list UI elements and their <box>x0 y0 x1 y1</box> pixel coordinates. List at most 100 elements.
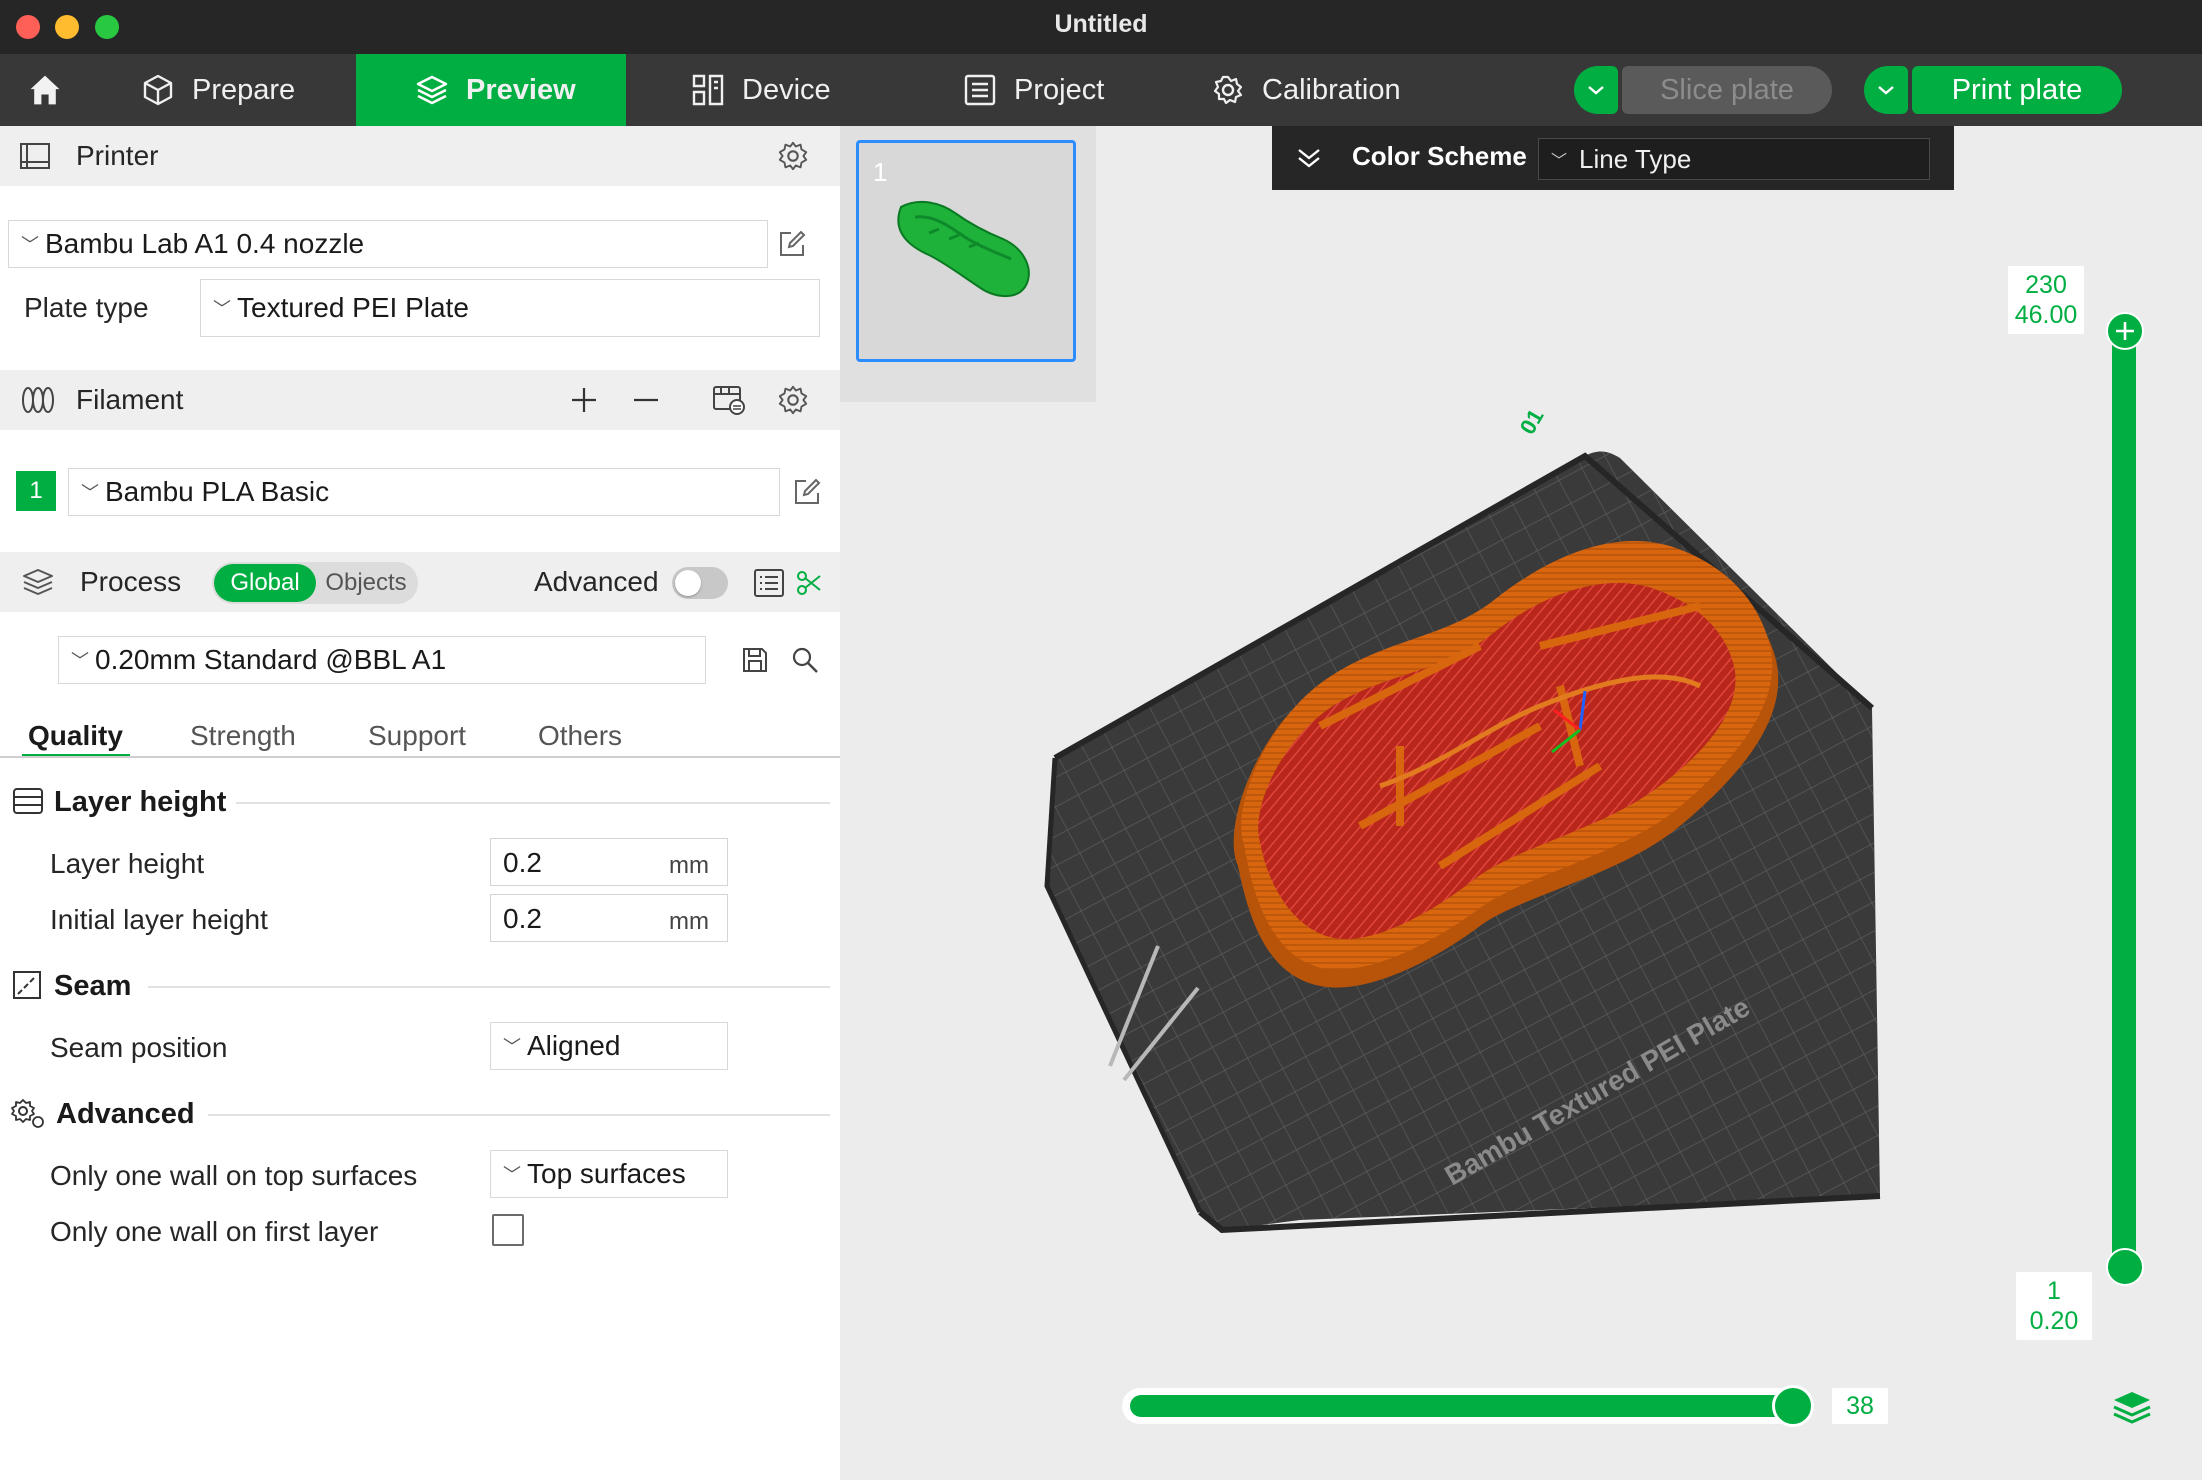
list-icon <box>964 74 996 106</box>
group-divider <box>208 1114 830 1116</box>
tab-strength[interactable]: Strength <box>190 720 296 752</box>
advanced-gears-icon <box>11 1099 44 1128</box>
filament-settings-button[interactable] <box>774 381 812 419</box>
process-tools-button[interactable] <box>790 564 828 602</box>
edit-filament-button[interactable] <box>788 473 826 511</box>
home-button[interactable] <box>16 54 74 126</box>
scope-global-option[interactable]: Global <box>214 564 316 602</box>
filament-sync-button[interactable] <box>710 381 748 419</box>
print-plate-split-button: Print plate <box>1864 66 2122 114</box>
edit-icon <box>780 230 806 256</box>
advanced-toggle[interactable] <box>672 567 728 599</box>
layer-top-handle[interactable] <box>2106 312 2144 350</box>
edit-printer-button[interactable] <box>773 225 811 263</box>
scope-objects-option[interactable]: Objects <box>316 564 416 602</box>
plate-number-label: 01 <box>1515 405 1549 439</box>
search-icon <box>792 647 818 673</box>
group-divider <box>148 986 830 988</box>
window-title: Untitled <box>1054 10 1148 38</box>
seam-icon <box>13 971 41 999</box>
scope-toggle: Global Objects <box>212 562 418 604</box>
calibration-gear-icon <box>1213 75 1243 105</box>
slice-plate-split-button: Slice plate <box>1574 66 1832 114</box>
tab-project[interactable]: Project <box>962 54 1152 126</box>
tab-preview[interactable]: Preview <box>356 54 626 126</box>
layer-view-button[interactable] <box>2110 1388 2154 1428</box>
layer-top-label: 230 46.00 <box>2008 266 2084 334</box>
printer-section-header: Printer <box>0 126 840 186</box>
layer-height-label: Layer height <box>50 848 205 879</box>
chevron-down-icon: ﹀ <box>503 1037 521 1057</box>
edit-icon <box>795 478 821 504</box>
move-slider-fill <box>1130 1395 1792 1417</box>
plus-icon <box>572 388 596 412</box>
compare-presets-button[interactable] <box>750 564 788 602</box>
seam-position-label: Seam position <box>50 1032 228 1063</box>
sync-ams-icon <box>713 386 745 415</box>
preview-viewport[interactable]: 1 Color Scheme ﹀ Line Type Bambu Texture… <box>840 126 2202 1480</box>
tab-others[interactable]: Others <box>538 720 622 752</box>
printer-select[interactable]: ﹀ Bambu Lab A1 0.4 nozzle <box>8 220 768 268</box>
layer-height-group-title: Layer height <box>54 786 227 818</box>
seam-position-select[interactable]: ﹀ Aligned <box>490 1022 728 1070</box>
initial-layer-height-label: Initial layer height <box>50 904 268 935</box>
filament-slot-badge[interactable]: 1 <box>16 471 56 511</box>
tab-support[interactable]: Support <box>368 720 466 752</box>
layer-height-input[interactable]: 0.2 mm <box>490 838 728 886</box>
search-settings-button[interactable] <box>786 641 824 679</box>
list-icon <box>754 569 784 597</box>
seam-group-title: Seam <box>54 970 132 1002</box>
one-wall-top-select[interactable]: ﹀ Top surfaces <box>490 1150 728 1198</box>
layer-height-icon <box>13 788 43 814</box>
print-plate-button[interactable]: Print plate <box>1912 66 2122 114</box>
scissors-icon <box>797 571 821 595</box>
one-wall-top-label: Only one wall on top surfaces <box>50 1160 418 1191</box>
chevron-down-icon: ﹀ <box>213 299 231 319</box>
home-icon <box>30 75 60 105</box>
title-bar: Untitled <box>0 0 2202 54</box>
tab-quality[interactable]: Quality <box>28 720 123 752</box>
save-preset-button[interactable] <box>736 641 774 679</box>
plus-icon <box>2116 322 2134 340</box>
layers-icon <box>416 75 448 105</box>
minus-icon <box>634 398 658 402</box>
chevron-down-icon: ﹀ <box>71 651 89 671</box>
main-tab-bar: Prepare Preview Device Project Calibrati… <box>0 54 2202 126</box>
tab-prepare[interactable]: Prepare <box>140 54 340 126</box>
layer-bottom-handle[interactable] <box>2106 1248 2144 1286</box>
printer-icon <box>20 143 50 169</box>
layer-range-slider[interactable] <box>2112 332 2136 1276</box>
plate-type-select[interactable]: ﹀ Textured PEI Plate <box>200 279 820 337</box>
filament-section-header: Filament <box>0 370 840 430</box>
process-preset-select[interactable]: ﹀ 0.20mm Standard @BBL A1 <box>58 636 706 684</box>
chevron-down-icon: ﹀ <box>503 1165 521 1185</box>
move-slider-handle[interactable] <box>1772 1385 1814 1427</box>
gear-icon <box>778 385 808 415</box>
cube-icon <box>143 74 173 106</box>
slice-plate-button[interactable]: Slice plate <box>1622 66 1832 114</box>
plate-type-label: Plate type <box>24 292 149 323</box>
tab-device[interactable]: Device <box>690 54 880 126</box>
move-value-label: 38 <box>1832 1388 1888 1424</box>
layer-bottom-label: 1 0.20 <box>2016 1272 2092 1340</box>
print-options-button[interactable] <box>1864 66 1908 114</box>
slice-options-button[interactable] <box>1574 66 1618 114</box>
tab-divider <box>0 756 840 758</box>
printer-settings-button[interactable] <box>774 137 812 175</box>
filament-spool-icon <box>22 387 54 413</box>
settings-sidebar: Printer ﹀ Bambu Lab A1 0.4 nozzle Plate … <box>0 126 840 1480</box>
gear-icon <box>778 141 808 171</box>
initial-layer-height-input[interactable]: 0.2 mm <box>490 894 728 942</box>
filament-select[interactable]: ﹀ Bambu PLA Basic <box>68 468 780 516</box>
tab-calibration[interactable]: Calibration <box>1210 54 1440 126</box>
process-layers-icon <box>23 569 53 595</box>
remove-filament-button[interactable] <box>627 381 665 419</box>
toggle-knob <box>675 570 701 596</box>
filament-section-title: Filament <box>76 384 184 415</box>
add-filament-button[interactable] <box>565 381 603 419</box>
chevron-down-icon <box>1588 86 1604 95</box>
one-wall-first-checkbox[interactable] <box>492 1214 524 1246</box>
chevron-down-icon <box>1878 86 1894 95</box>
save-icon <box>743 648 767 672</box>
device-icon <box>692 74 724 106</box>
